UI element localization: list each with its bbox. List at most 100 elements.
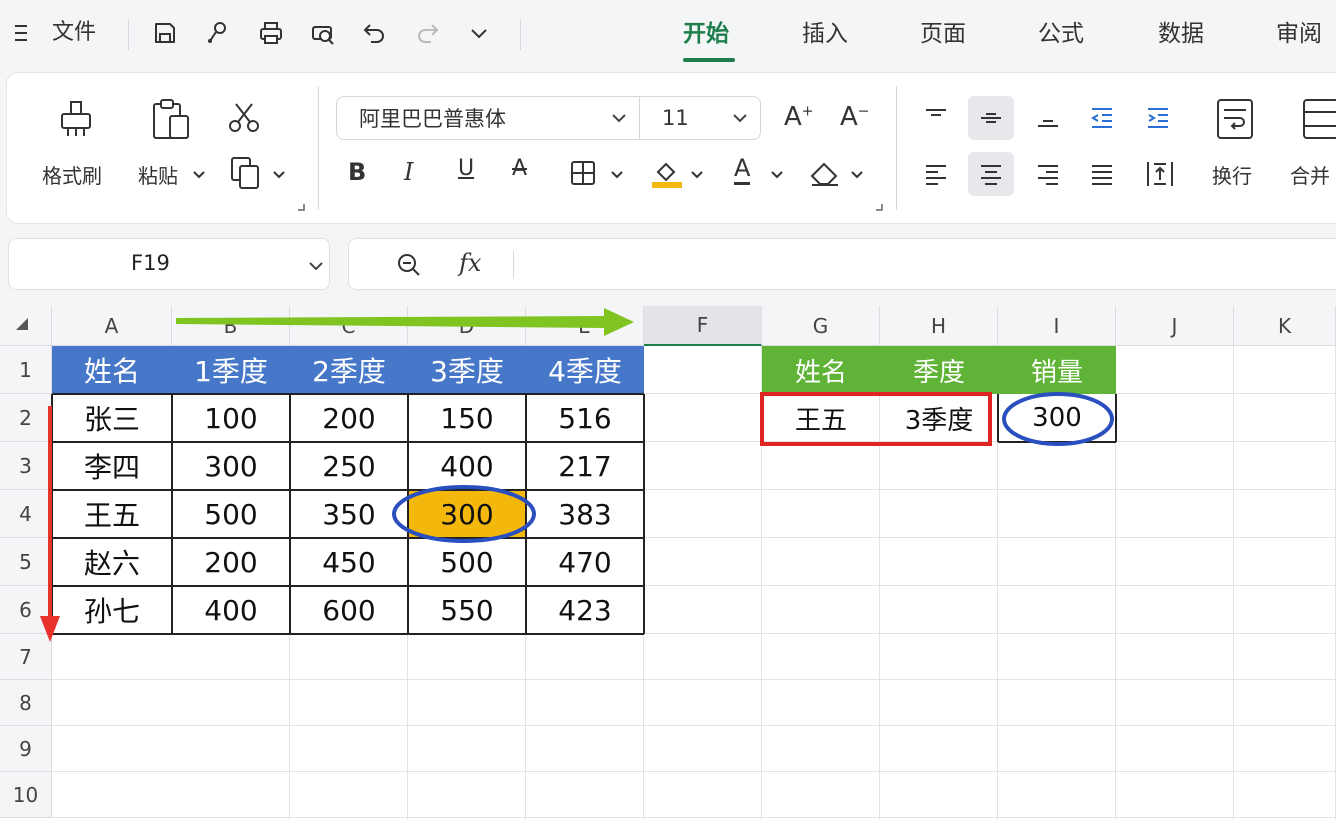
highlighted-result-cell[interactable]: 300 — [408, 490, 526, 538]
share-icon[interactable] — [200, 16, 234, 50]
bold-button[interactable]: B — [348, 158, 366, 186]
table-cell[interactable]: 500 — [172, 490, 290, 538]
table-cell[interactable]: 赵六 — [52, 538, 172, 586]
tab-review[interactable]: 审阅 — [1276, 18, 1322, 50]
redo-icon[interactable] — [410, 16, 444, 50]
font-color-button[interactable]: A — [734, 154, 751, 185]
table-cell[interactable]: 600 — [290, 586, 408, 634]
lookup-table-cell[interactable]: 3季度 — [880, 394, 998, 442]
row-header-6[interactable]: 6 — [0, 586, 52, 634]
table-cell[interactable]: 150 — [408, 394, 526, 442]
merge-cells-label[interactable]: 合并 — [1290, 160, 1330, 189]
tab-formula[interactable]: 公式 — [1038, 18, 1084, 50]
table-cell[interactable]: 孙七 — [52, 586, 172, 634]
lookup-table-header[interactable]: 季度 — [880, 346, 998, 394]
hamburger-menu-icon[interactable] — [6, 16, 40, 50]
wrap-text-icon[interactable] — [1214, 96, 1258, 142]
font-name-select[interactable]: 阿里巴巴普惠体 — [336, 96, 640, 140]
print-preview-icon[interactable] — [306, 16, 340, 50]
strikethrough-button[interactable]: A — [512, 156, 527, 181]
lookup-table-header[interactable]: 销量 — [998, 346, 1116, 394]
table-cell[interactable]: 400 — [172, 586, 290, 634]
increase-font-button[interactable]: A+ — [784, 102, 814, 132]
column-header-d[interactable]: D — [408, 306, 526, 346]
justify-icon[interactable] — [1088, 160, 1116, 188]
row-header-9[interactable]: 9 — [0, 726, 52, 772]
font-size-select[interactable]: 11 — [639, 96, 761, 140]
column-header-f[interactable]: F — [644, 306, 762, 346]
format-painter-icon[interactable] — [56, 96, 96, 140]
zoom-icon[interactable] — [395, 251, 423, 279]
table-cell[interactable]: 470 — [526, 538, 644, 586]
align-middle-icon[interactable] — [977, 104, 1005, 132]
table-cell[interactable]: 423 — [526, 586, 644, 634]
column-header-e[interactable]: E — [526, 306, 644, 346]
table-cell[interactable]: 王五 — [52, 490, 172, 538]
align-left-icon[interactable] — [922, 160, 950, 188]
row-header-5[interactable]: 5 — [0, 538, 52, 586]
merge-cells-icon[interactable] — [1300, 96, 1336, 142]
formula-bar[interactable]: fx — [348, 238, 1336, 290]
column-header-j[interactable]: J — [1116, 306, 1234, 346]
font-launcher-icon[interactable] — [874, 202, 884, 212]
lookup-table-header[interactable]: 姓名 — [762, 346, 880, 394]
tab-data[interactable]: 数据 — [1158, 18, 1204, 50]
main-table-header[interactable]: 2季度 — [290, 346, 408, 394]
distribute-icon[interactable] — [1144, 158, 1176, 190]
column-header-h[interactable]: H — [880, 306, 998, 346]
column-header-b[interactable]: B — [172, 306, 290, 346]
column-header-k[interactable]: K — [1234, 306, 1336, 346]
row-header-10[interactable]: 10 — [0, 772, 52, 818]
paste-label[interactable]: 粘贴 — [138, 160, 178, 189]
eraser-dropdown-icon[interactable] — [850, 168, 864, 182]
eraser-icon[interactable] — [808, 158, 842, 188]
undo-icon[interactable] — [358, 16, 392, 50]
row-header-8[interactable]: 8 — [0, 680, 52, 726]
chevron-down-icon[interactable] — [307, 257, 325, 275]
table-cell[interactable]: 383 — [526, 490, 644, 538]
format-painter-label[interactable]: 格式刷 — [42, 160, 102, 189]
column-header-g[interactable]: G — [762, 306, 880, 346]
table-cell[interactable]: 200 — [290, 394, 408, 442]
table-cell[interactable]: 张三 — [52, 394, 172, 442]
tab-home[interactable]: 开始 — [683, 18, 729, 50]
fill-color-dropdown-icon[interactable] — [690, 168, 704, 182]
clipboard-launcher-icon[interactable] — [296, 202, 306, 212]
fill-color-icon[interactable] — [650, 156, 684, 190]
main-table-header[interactable]: 1季度 — [172, 346, 290, 394]
table-cell[interactable]: 300 — [172, 442, 290, 490]
print-icon[interactable] — [254, 16, 288, 50]
align-bottom-icon[interactable] — [1034, 104, 1062, 132]
table-cell[interactable]: 550 — [408, 586, 526, 634]
table-cell[interactable]: 100 — [172, 394, 290, 442]
align-top-icon[interactable] — [922, 104, 950, 132]
table-cell[interactable]: 400 — [408, 442, 526, 490]
column-header-a[interactable]: A — [52, 306, 172, 346]
lookup-table-cell[interactable]: 300 — [998, 394, 1116, 442]
table-cell[interactable]: 500 — [408, 538, 526, 586]
tab-insert[interactable]: 插入 — [802, 18, 848, 50]
align-right-icon[interactable] — [1034, 160, 1062, 188]
wrap-text-label[interactable]: 换行 — [1212, 160, 1252, 189]
main-table-header[interactable]: 4季度 — [526, 346, 644, 394]
column-header-c[interactable]: C — [290, 306, 408, 346]
row-header-4[interactable]: 4 — [0, 490, 52, 538]
borders-icon[interactable] — [568, 158, 598, 188]
copy-dropdown-icon[interactable] — [272, 168, 286, 182]
row-header-3[interactable]: 3 — [0, 442, 52, 490]
align-center-icon[interactable] — [977, 160, 1005, 188]
table-cell[interactable]: 350 — [290, 490, 408, 538]
table-cell[interactable]: 李四 — [52, 442, 172, 490]
table-cell[interactable]: 250 — [290, 442, 408, 490]
insert-function-button[interactable]: fx — [459, 249, 481, 277]
copy-icon[interactable] — [228, 154, 264, 190]
main-table-header[interactable]: 3季度 — [408, 346, 526, 394]
name-box[interactable]: F19 — [8, 238, 330, 290]
table-cell[interactable]: 516 — [526, 394, 644, 442]
increase-indent-icon[interactable] — [1144, 104, 1172, 132]
row-header-7[interactable]: 7 — [0, 634, 52, 680]
borders-dropdown-icon[interactable] — [610, 168, 624, 182]
row-header-1[interactable]: 1 — [0, 346, 52, 394]
table-cell[interactable]: 200 — [172, 538, 290, 586]
italic-button[interactable]: I — [404, 158, 413, 186]
